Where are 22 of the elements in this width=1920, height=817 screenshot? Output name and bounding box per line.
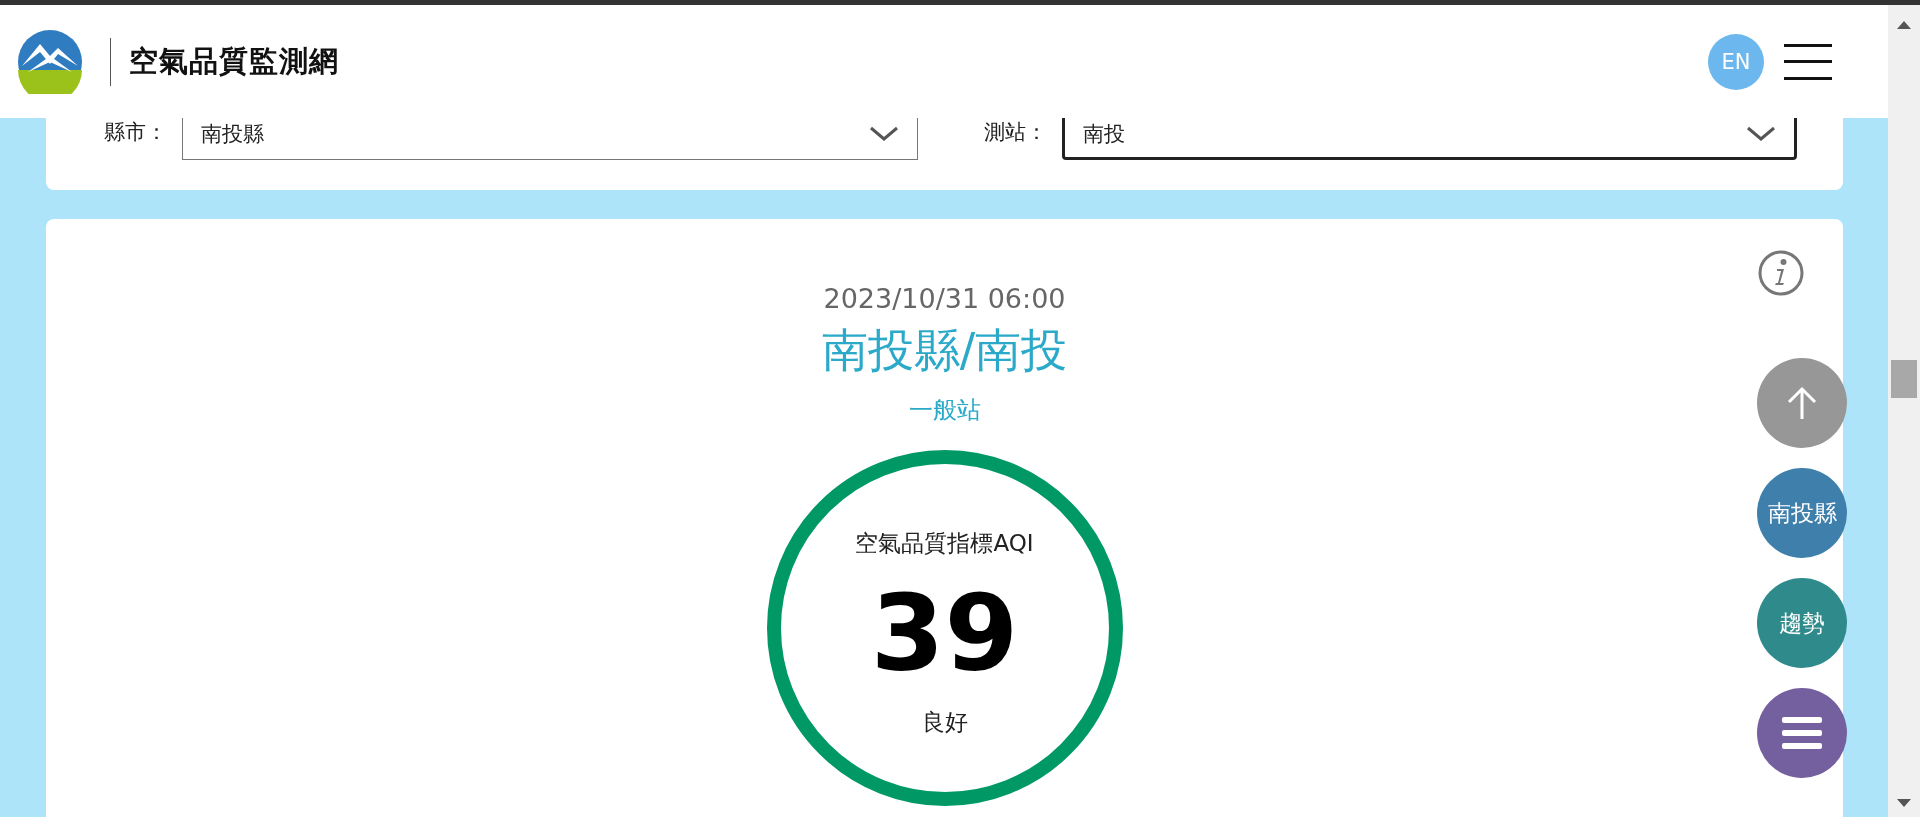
- arrow-up-icon: [1786, 386, 1818, 420]
- aqi-value: 39: [870, 581, 1019, 687]
- station-name: 南投縣/南投: [821, 322, 1068, 379]
- select-field[interactable]: 南投: [1061, 118, 1797, 160]
- scroll-down-icon[interactable]: [1897, 799, 1911, 807]
- menu-icon: [1782, 717, 1822, 749]
- info-icon[interactable]: [1757, 249, 1805, 297]
- filter-label: 測站：: [983, 119, 1048, 146]
- select-field[interactable]: 南投縣: [182, 118, 918, 160]
- scrollbar-thumb[interactable]: [1891, 360, 1917, 398]
- menu-icon[interactable]: [1784, 41, 1832, 82]
- filter-label: 縣市：: [104, 119, 168, 146]
- aqi-status: 良好: [921, 708, 968, 737]
- aqi-label: 空氣品質指標AQI: [855, 529, 1034, 558]
- site-title: 空氣品質監測網: [129, 42, 339, 80]
- scrollbar[interactable]: [1888, 118, 1920, 817]
- logo-icon: [18, 29, 82, 94]
- scroll-up-icon[interactable]: [1897, 21, 1911, 29]
- update-time: 2023/10/31 06:00: [823, 283, 1066, 314]
- chevron-down-icon: [1746, 126, 1776, 142]
- chevron-down-icon: [868, 126, 899, 142]
- station-type: 一般站: [908, 395, 981, 426]
